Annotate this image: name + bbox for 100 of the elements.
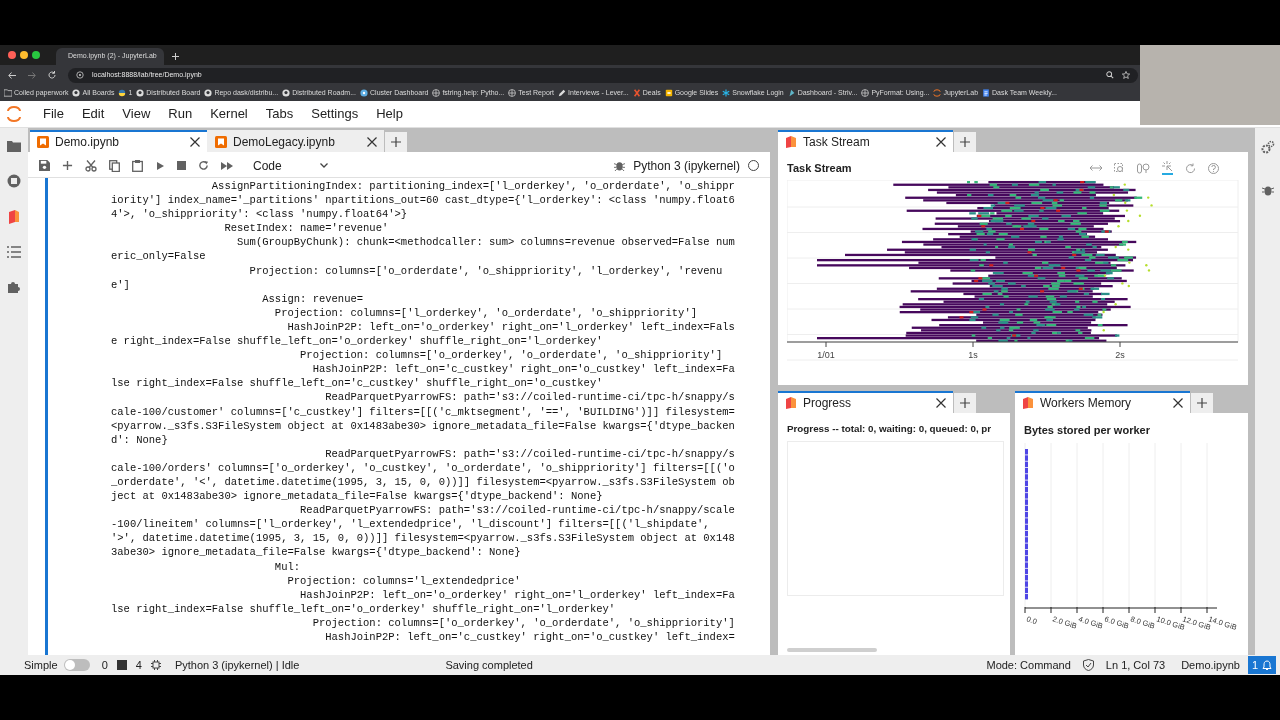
notebook-icon <box>37 136 49 148</box>
menu-item[interactable]: Tabs <box>256 104 303 124</box>
new-tab-button[interactable] <box>385 132 407 152</box>
cube-icon[interactable] <box>7 210 21 224</box>
list-icon[interactable] <box>7 246 21 258</box>
terminal-count: 0 <box>101 657 108 673</box>
tap-tool-button[interactable] <box>1162 161 1173 175</box>
run-icon[interactable] <box>155 160 165 171</box>
menu-item[interactable]: View <box>113 104 160 124</box>
kernel-name[interactable]: Python 3 (ipykernel) <box>633 156 740 175</box>
cube-icon <box>785 136 797 148</box>
fast-forward-icon[interactable] <box>221 160 233 171</box>
notebook-mode: Mode: Command <box>986 657 1071 673</box>
new-tab-button[interactable] <box>954 393 976 413</box>
paste-icon[interactable] <box>132 159 143 172</box>
tick-label: 1/01 <box>817 350 835 360</box>
globe-icon <box>508 89 517 97</box>
cube-icon <box>1022 397 1034 409</box>
output-line: Projection: columns=['o_orderkey', 'o_orderdate', 'o_shippriority'] <box>311 615 736 630</box>
close-icon[interactable] <box>190 137 200 147</box>
add-icon[interactable] <box>62 160 73 171</box>
help-icon[interactable] <box>1208 162 1219 174</box>
wheel-zoom-icon[interactable] <box>1137 162 1150 174</box>
panel-tab[interactable]: Workers Memory <box>1015 391 1190 413</box>
output-line: HashJoinP2P: left_on='o_orderkey' right_on='l_orderkey' left_index=Fals <box>286 319 736 335</box>
progress-title: Progress -- total: 0, waiting: 0, queued: 0, pr <box>787 422 992 435</box>
copy-icon[interactable] <box>109 159 120 172</box>
close-icon[interactable] <box>1173 398 1183 408</box>
reload-icon[interactable] <box>48 71 56 79</box>
notebook-tab[interactable]: Demo.ipynb <box>30 130 207 152</box>
minimize-window-icon[interactable] <box>20 51 28 59</box>
output-line: Projection: columns=['o_orderdate', 'o_shippriority', 'l_orderkey', 'revenu <box>248 263 724 278</box>
box-zoom-icon[interactable] <box>1114 162 1125 174</box>
close-icon[interactable] <box>936 398 946 408</box>
maximize-window-icon[interactable] <box>32 51 40 59</box>
menu-item[interactable]: File <box>34 104 73 124</box>
caret-icon <box>320 163 328 168</box>
menu-item[interactable]: Run <box>159 104 202 124</box>
cell-type-dropdown[interactable]: Code <box>253 156 328 175</box>
cut-icon[interactable] <box>85 159 97 172</box>
panel-tab[interactable]: Task Stream <box>778 130 953 152</box>
new-tab-icon[interactable] <box>172 53 179 60</box>
tick-label: 1s <box>968 350 978 360</box>
output-line: lse right_index=False shuffle_left_on='o_orderkey' shuffle_right_on='l_orderkey' <box>111 601 617 616</box>
menu-item[interactable]: Settings <box>302 104 368 124</box>
close-window-icon[interactable] <box>8 51 16 59</box>
snowflake-icon <box>722 89 731 97</box>
terminal-icon[interactable] <box>116 660 127 670</box>
menu-item[interactable]: Edit <box>72 104 114 124</box>
chip-icon[interactable] <box>150 660 161 670</box>
output-line: HashJoinP2P: left_on='c_custkey' right_on='o_custkey' left_index=Fa <box>311 362 736 377</box>
output-line: Projection: columns='l_extendedprice' <box>286 573 522 588</box>
notification-button[interactable]: 1 <box>1247 656 1276 674</box>
output-line: 3abe30> ignore_metadata_file=False kwargs={'dtype_backend': None} <box>111 545 522 560</box>
output-line: '>', datetime.datetime(1995, 3, 15, 0, 0))]] filesystem=<pyarrow._s3fs.S3FileSystem object at 0x148 <box>111 531 736 546</box>
folder-icon[interactable] <box>7 140 21 152</box>
restart-icon[interactable] <box>198 160 209 171</box>
back-icon[interactable] <box>8 71 16 79</box>
output-line: HashJoinP2P: left_on='o_orderkey' right_on='l_orderkey' left_index=Fa <box>299 587 736 602</box>
simple-mode-toggle[interactable] <box>63 659 90 671</box>
bug-icon[interactable] <box>1261 184 1274 196</box>
slides-icon <box>664 89 673 97</box>
output-line: Projection: columns=['l_orderkey', 'o_orderdate', 'o_shippriority'] <box>273 305 698 320</box>
gears-icon[interactable] <box>1260 140 1275 154</box>
output-line: eric_only=False <box>111 249 207 264</box>
menu-item[interactable]: Help <box>367 104 412 124</box>
forward-icon[interactable] <box>28 71 36 79</box>
output-line: ject at 0x1483abe30> ignore_metadata_file=False kwargs={'dtype_backend': None} <box>111 489 604 504</box>
stop-circle-icon[interactable] <box>7 174 21 188</box>
kernel-status[interactable]: Python 3 (ipykernel) | Idle <box>174 656 300 674</box>
star-icon[interactable] <box>1122 71 1130 79</box>
output-line: ResetIndex: name='revenue' <box>223 221 390 236</box>
chart-title: Bytes stored per worker <box>1024 423 1151 438</box>
menu-item[interactable]: Kernel <box>201 104 257 124</box>
folder-icon <box>4 89 12 97</box>
pen-icon <box>558 89 567 97</box>
bug-icon[interactable] <box>614 160 626 171</box>
output-line: ReadParquetPyarrowFS: path='s3://coiled-runtime-ci/tpc-h/snappy/s <box>324 390 736 405</box>
add-icon <box>960 137 970 147</box>
notebook-tab[interactable]: DemoLegacy.ipynb <box>207 130 384 152</box>
puzzle-icon[interactable] <box>7 280 21 294</box>
file-name: Demo.ipynb <box>1181 657 1240 673</box>
output-line: <pyarrow._s3fs.S3FileSystem object at 0x1483abe30> ignore_metadata_file=False kwargs={'dtype_backen <box>111 418 736 433</box>
close-icon[interactable] <box>936 137 946 147</box>
output-line: Sum(GroupByChunk): chunk=<methodcaller: sum> columns=revenue observed=False num <box>236 235 736 250</box>
zoom-icon[interactable] <box>1106 71 1114 79</box>
shield-icon[interactable] <box>1082 659 1094 671</box>
output-line: cale-100/customer' columns=['c_custkey'] filters=[[('c_mktsegment', '==', 'BUILDING')]] filesystem= <box>111 404 736 419</box>
panel-tab[interactable]: Progress <box>778 391 953 413</box>
scrollbar[interactable] <box>787 648 877 652</box>
cursor-position[interactable]: Ln 1, Col 73 <box>1105 656 1166 674</box>
save-icon[interactable] <box>39 160 50 171</box>
output-line: Mul: <box>273 559 302 574</box>
output-line: -100/lineitem' columns=['l_orderkey', 'l_extendedprice', 'l_discount'] filters=[[('l_shipdate', <box>111 517 711 532</box>
new-tab-button[interactable] <box>954 132 976 152</box>
kernel-count: 4 <box>135 657 142 673</box>
new-tab-button[interactable] <box>1191 393 1213 413</box>
output-line: HashJoinP2P: left_on='c_custkey' right_on='o_custkey' left_index= <box>324 630 736 645</box>
pan-icon[interactable] <box>1090 165 1102 171</box>
close-icon[interactable] <box>367 137 377 147</box>
